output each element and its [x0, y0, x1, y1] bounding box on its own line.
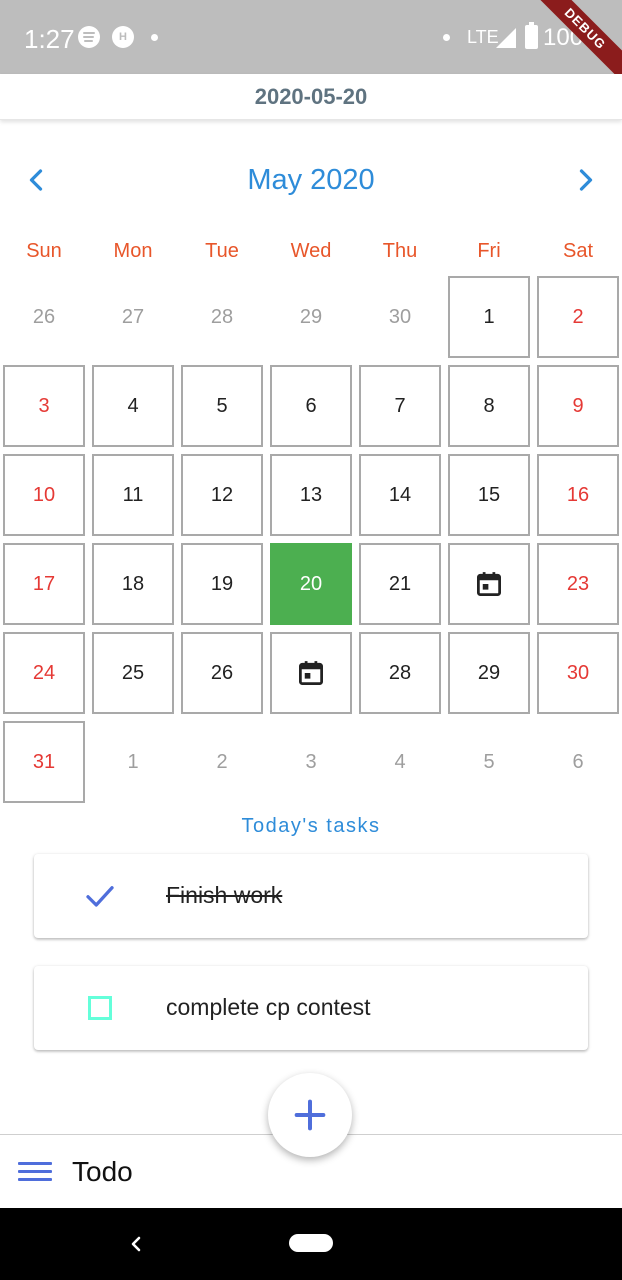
- calendar-day[interactable]: 15: [448, 454, 530, 536]
- calendar-day-outside: 30: [388, 305, 412, 328]
- calendar-day[interactable]: 28: [359, 632, 441, 714]
- calendar-event-icon: [299, 661, 323, 685]
- calendar-day-event[interactable]: [448, 543, 530, 625]
- weekday-label: Sun: [26, 240, 62, 262]
- calendar-day[interactable]: 11: [92, 454, 174, 536]
- tasks-heading: Today's tasks: [241, 815, 381, 837]
- battery-icon: [525, 22, 538, 49]
- weekday-label: Fri: [477, 240, 501, 262]
- plus-icon: [294, 1099, 326, 1131]
- calendar-header: May 2020: [0, 150, 622, 210]
- calendar-day[interactable]: 21: [359, 543, 441, 625]
- calendar-day[interactable]: 4: [92, 365, 174, 447]
- task-card[interactable]: complete cp contest: [34, 966, 588, 1050]
- calendar-day[interactable]: 13: [270, 454, 352, 536]
- calendar-day-outside: 29: [299, 305, 323, 328]
- system-navigation-bar: [0, 1208, 622, 1280]
- calendar-day[interactable]: 18: [92, 543, 174, 625]
- add-task-button[interactable]: [268, 1073, 352, 1157]
- task-checkbox[interactable]: [82, 990, 118, 1026]
- calendar-day-outside: 4: [394, 750, 406, 773]
- calendar-day[interactable]: 16: [537, 454, 619, 536]
- calendar-day[interactable]: 2: [537, 276, 619, 358]
- next-month-button[interactable]: [568, 162, 604, 198]
- calendar-day[interactable]: 19: [181, 543, 263, 625]
- status-dot-icon: [443, 34, 450, 41]
- notification-dot-icon: [151, 34, 158, 41]
- calendar-day-outside: 6: [572, 750, 584, 773]
- calendar-day[interactable]: 1: [448, 276, 530, 358]
- calendar-day-outside: 26: [32, 305, 56, 328]
- checkbox-empty-icon: [88, 996, 112, 1020]
- calendar-day[interactable]: 8: [448, 365, 530, 447]
- calendar-day[interactable]: 7: [359, 365, 441, 447]
- calendar-day[interactable]: 5: [181, 365, 263, 447]
- calendar-day-outside: 5: [483, 750, 495, 773]
- calendar-event-icon: [477, 572, 501, 596]
- calendar-grid: 26 27 28 29 30 1 2 3 4 5 6 7 8 9 10 11 12 13 14 15 16 17 18 19 2…: [0, 276, 622, 806]
- spotify-icon: [78, 26, 100, 48]
- calendar-day[interactable]: 26: [181, 632, 263, 714]
- calendar-day-outside: 3: [305, 750, 317, 773]
- month-title: May 2020: [247, 164, 375, 196]
- calendar-day[interactable]: 23: [537, 543, 619, 625]
- task-checkbox[interactable]: [82, 878, 118, 914]
- task-title: Finish work: [166, 882, 283, 908]
- network-type: LTE: [467, 27, 499, 47]
- status-time: 1:27: [24, 24, 75, 54]
- weekday-label: Thu: [382, 240, 418, 262]
- weekday-label: Sat: [562, 240, 594, 262]
- app-bar: 2020-05-20: [0, 74, 622, 120]
- home-button[interactable]: [289, 1234, 333, 1252]
- calendar-day[interactable]: 31: [3, 721, 85, 803]
- weekday-label: Wed: [290, 240, 332, 262]
- calendar-day[interactable]: 12: [181, 454, 263, 536]
- back-icon[interactable]: [124, 1230, 148, 1258]
- calendar-day[interactable]: 10: [3, 454, 85, 536]
- status-bar: 1:27 H LTE 100% DEBUG: [0, 0, 622, 74]
- calendar-day[interactable]: 3: [3, 365, 85, 447]
- calendar-day[interactable]: 25: [92, 632, 174, 714]
- menu-icon[interactable]: [18, 1157, 52, 1187]
- calendar-day[interactable]: 24: [3, 632, 85, 714]
- calendar-day-outside: 27: [121, 305, 145, 328]
- weekday-header: Sun Mon Tue Wed Thu Fri Sat: [0, 240, 622, 270]
- calendar-day[interactable]: 29: [448, 632, 530, 714]
- calendar-day-outside: 28: [210, 305, 234, 328]
- calendar-day[interactable]: 9: [537, 365, 619, 447]
- calendar-day-event[interactable]: [270, 632, 352, 714]
- calendar-day-outside: 2: [216, 750, 228, 773]
- task-card[interactable]: Finish work: [34, 854, 588, 938]
- calendar-day-outside: 1: [127, 750, 139, 773]
- signal-icon: [496, 28, 516, 48]
- calendar-day-selected[interactable]: 20: [270, 543, 352, 625]
- chevron-right-icon: [579, 169, 593, 191]
- task-title: complete cp contest: [166, 994, 371, 1020]
- checkmark-icon: [86, 886, 114, 907]
- calendar-day[interactable]: 17: [3, 543, 85, 625]
- weekday-label: Tue: [205, 240, 239, 262]
- app-notification-icon: H: [112, 26, 134, 48]
- bottom-bar-title: Todo: [72, 1156, 133, 1187]
- calendar-day[interactable]: 30: [537, 632, 619, 714]
- calendar-day[interactable]: 6: [270, 365, 352, 447]
- page-title: 2020-05-20: [254, 84, 368, 109]
- calendar-day[interactable]: 14: [359, 454, 441, 536]
- weekday-label: Mon: [113, 240, 153, 262]
